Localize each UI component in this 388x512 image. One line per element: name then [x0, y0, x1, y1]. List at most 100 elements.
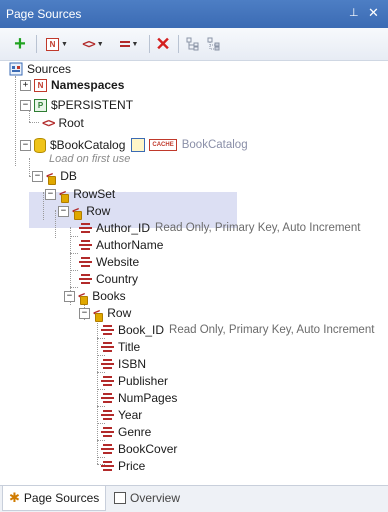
- tree-node-book-id[interactable]: Book_ID Read Only, Primary Key, Auto Inc…: [100, 321, 374, 339]
- bottom-tab-bar: ✱ Page Sources Overview: [0, 485, 388, 512]
- attribute-icon: [78, 274, 92, 284]
- cache-icon[interactable]: CACHE: [149, 139, 177, 151]
- attribute-icon: [100, 461, 114, 471]
- tree-label: Books: [92, 289, 126, 303]
- add-namespace-button[interactable]: N ▼: [44, 34, 70, 54]
- tree-label: Row: [86, 204, 111, 218]
- tree-label: NumPages: [118, 391, 178, 405]
- tree-line: [15, 76, 16, 166]
- tab-page-sources[interactable]: ✱ Page Sources: [2, 486, 106, 511]
- collapse-minus-icon[interactable]: −: [79, 307, 90, 319]
- tree-node-year[interactable]: Year: [100, 406, 142, 424]
- collapse-minus-icon[interactable]: −: [32, 170, 43, 182]
- tree-line: [55, 210, 56, 238]
- tree-label: Sources: [27, 62, 72, 76]
- tree-label: DB: [60, 169, 77, 183]
- tree-node-books[interactable]: − < Books: [64, 287, 126, 305]
- gear-icon: ✱: [9, 490, 20, 505]
- chevron-down-icon: ▼: [61, 40, 68, 48]
- expand-plus-icon[interactable]: +: [20, 79, 31, 91]
- tree-line: [70, 270, 78, 271]
- sources-icon: [9, 62, 23, 76]
- tree-label: Book_ID: [118, 323, 165, 337]
- tree-node-authorname[interactable]: AuthorName: [78, 236, 163, 254]
- overview-icon: [114, 492, 126, 504]
- tab-overview[interactable]: Overview: [108, 486, 198, 510]
- structure-button-2[interactable]: [205, 34, 223, 54]
- tree-label: Year: [118, 408, 143, 422]
- tree-node-rowset[interactable]: − < RowSet: [45, 185, 115, 203]
- add-attribute-button[interactable]: ▼: [114, 34, 144, 54]
- tree-label: Publisher: [118, 374, 169, 388]
- namespace-icon: N: [46, 37, 60, 51]
- element-key-icon: <: [46, 168, 57, 185]
- element-key-icon: <: [59, 186, 70, 203]
- load-hint: Load on first use: [49, 152, 130, 166]
- collapse-minus-icon[interactable]: −: [45, 188, 56, 200]
- collapse-minus-icon[interactable]: −: [20, 139, 31, 151]
- attribute-icon: [100, 410, 114, 420]
- add-source-button[interactable]: +: [10, 34, 30, 54]
- tree-line: [29, 122, 39, 123]
- tree-node-books-row[interactable]: − < Row: [79, 304, 131, 322]
- tree-node-publisher[interactable]: Publisher: [100, 372, 168, 390]
- tree-node-title[interactable]: Title: [100, 338, 140, 356]
- tree-node-genre[interactable]: Genre: [100, 423, 151, 441]
- attribute-icon: [100, 444, 114, 454]
- toolbar-separator: [149, 35, 150, 53]
- structure-icon: [186, 37, 199, 51]
- element-key-icon: <: [93, 305, 104, 322]
- attribute-icon: [78, 223, 92, 233]
- tree-node-numpages[interactable]: NumPages: [100, 389, 177, 407]
- attribute-icon: [100, 376, 114, 386]
- structure-button-1[interactable]: [184, 34, 202, 54]
- tree-node-persistent[interactable]: − P $PERSISTENT: [20, 96, 133, 114]
- tree-label: Namespaces: [51, 78, 125, 92]
- attribute-icon: [100, 427, 114, 437]
- pin-icon[interactable]: ⊥: [349, 6, 359, 19]
- tree-label: AuthorName: [96, 238, 164, 252]
- tree-node-row[interactable]: − < Row: [58, 202, 110, 220]
- tree-line: [43, 192, 44, 220]
- element-icon: <>: [42, 116, 55, 130]
- structure-icon: [207, 37, 220, 51]
- tree-label: $BookCatalog: [50, 138, 126, 152]
- tree-line: [70, 253, 78, 254]
- collapse-minus-icon[interactable]: −: [64, 290, 75, 302]
- tree-line: [97, 320, 98, 464]
- add-element-button[interactable]: <> ▼: [78, 34, 108, 54]
- toolbar-separator: [178, 35, 179, 53]
- tab-label: Page Sources: [23, 491, 100, 505]
- panel-title: Page Sources: [6, 7, 82, 21]
- collapse-minus-icon[interactable]: −: [58, 205, 69, 217]
- properties-icon[interactable]: [131, 138, 146, 152]
- plus-icon: +: [14, 33, 26, 55]
- red-x-icon: ✕: [155, 34, 171, 54]
- toolbar-separator: [36, 35, 37, 53]
- tree-node-bookcover[interactable]: BookCover: [100, 440, 177, 458]
- tree-label: Website: [96, 255, 140, 269]
- tree-node-db[interactable]: − < DB: [32, 167, 77, 185]
- page-sources-panel: Page Sources ⊥ ✕ + N ▼ <> ▼ ▼ ✕ Sources …: [0, 0, 388, 512]
- attribute-icon: [100, 342, 114, 352]
- tree-node-price[interactable]: Price: [100, 457, 145, 475]
- tree-node-country[interactable]: Country: [78, 270, 138, 288]
- persistent-icon: P: [34, 98, 47, 112]
- attribute-icon: [78, 240, 92, 250]
- tree-node-website[interactable]: Website: [78, 253, 139, 271]
- close-icon[interactable]: ✕: [368, 5, 379, 21]
- tree-label: Author_ID: [96, 221, 151, 235]
- tree-label: Country: [96, 272, 139, 286]
- tree-node-author-id[interactable]: Author_ID Read Only, Primary Key, Auto I…: [78, 219, 360, 237]
- delete-button[interactable]: ✕: [153, 34, 173, 54]
- namespace-icon: N: [34, 78, 47, 92]
- tree-node-namespaces[interactable]: + N Namespaces: [20, 76, 124, 94]
- tree-label: Title: [118, 340, 141, 354]
- page-sources-tree[interactable]: Sources + N Namespaces − P $PERSISTENT <…: [0, 60, 388, 485]
- tree-line: [70, 236, 78, 237]
- tree-node-root[interactable]: <> Root: [42, 114, 84, 132]
- tree-node-isbn[interactable]: ISBN: [100, 355, 146, 373]
- collapse-minus-icon[interactable]: −: [20, 99, 31, 111]
- toolbar: + N ▼ <> ▼ ▼ ✕: [0, 28, 388, 61]
- tree-label: Row: [107, 306, 132, 320]
